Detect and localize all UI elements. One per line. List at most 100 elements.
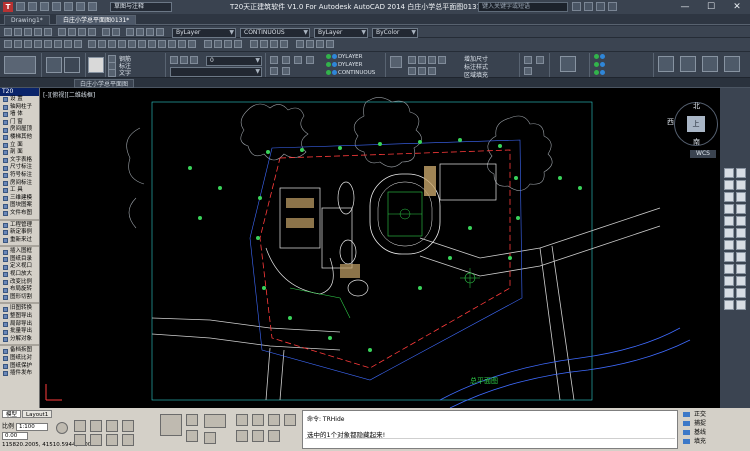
layer-merge-icon[interactable]: [306, 56, 314, 64]
palette-item[interactable]: 尺寸标注: [0, 164, 39, 172]
linetype-row[interactable]: DYLAYER: [326, 62, 362, 69]
osnap-icon[interactable]: [106, 420, 118, 432]
layer-freeze-icon[interactable]: [270, 40, 278, 48]
scale-icon[interactable]: [128, 40, 136, 48]
polyline-tool-icon[interactable]: [736, 192, 746, 202]
copy-obj-icon[interactable]: [98, 40, 106, 48]
open-icon[interactable]: [28, 2, 37, 11]
viewcube[interactable]: 北 上 西 南: [667, 102, 718, 146]
explode-icon[interactable]: [178, 40, 186, 48]
new-icon[interactable]: [16, 2, 25, 11]
quickview-icon[interactable]: [186, 414, 198, 426]
circle-tool-icon[interactable]: [724, 204, 734, 214]
line-icon[interactable]: [4, 40, 12, 48]
layer-off-icon[interactable]: [260, 40, 268, 48]
layer-sun-icon[interactable]: [180, 56, 188, 64]
preview-icon[interactable]: [44, 28, 52, 36]
workspace-icon[interactable]: [236, 414, 248, 426]
layer-bulb-icon[interactable]: [170, 56, 178, 64]
tab-drawing1[interactable]: Drawing1*: [4, 15, 50, 25]
palette-item[interactable]: 分解对象: [0, 336, 39, 344]
mtext-tool-icon[interactable]: [724, 264, 734, 274]
arc-tool-icon[interactable]: [736, 204, 746, 214]
line-tool-icon[interactable]: [724, 192, 734, 202]
rotate-icon[interactable]: [108, 40, 116, 48]
base-icon[interactable]: [702, 56, 718, 72]
view-row-1[interactable]: [594, 54, 606, 61]
dim-tool-icon[interactable]: [736, 300, 746, 310]
paste-icon[interactable]: [78, 28, 86, 36]
tab-layout1[interactable]: Layout1: [22, 410, 53, 418]
status-snap[interactable]: 捕捉: [680, 419, 748, 428]
status-baseline[interactable]: 基线: [680, 428, 748, 437]
palette-item[interactable]: 图块图案: [0, 202, 39, 210]
window-tool-icon[interactable]: [64, 57, 80, 73]
zoom-extents-icon[interactable]: [724, 168, 734, 178]
lock-icon[interactable]: [236, 430, 248, 442]
arrange-icon-4[interactable]: [438, 56, 446, 64]
palette-item[interactable]: 图形切割: [0, 294, 39, 302]
layer-color-combo[interactable]: ByLayer ▼: [172, 28, 236, 38]
wall-tool-icon[interactable]: [46, 57, 62, 73]
exchange-icon[interactable]: [596, 2, 605, 11]
match-layer-icon[interactable]: [270, 56, 278, 64]
layer-delete-icon[interactable]: [282, 67, 290, 75]
arrange-icon-5[interactable]: [408, 67, 416, 75]
palette-item[interactable]: 剖 面: [0, 149, 39, 157]
close-button[interactable]: ✕: [724, 0, 750, 14]
text-tool-icon[interactable]: [724, 300, 734, 310]
otrack-icon[interactable]: [106, 434, 118, 446]
rotate-input[interactable]: 0.00: [2, 432, 28, 440]
clean-screen-icon[interactable]: [268, 414, 280, 426]
hatch-tool-icon[interactable]: [724, 240, 734, 250]
dim-radius-icon[interactable]: [224, 40, 232, 48]
block-tool-icon[interactable]: [736, 276, 746, 286]
viewcube-top[interactable]: 上: [687, 116, 705, 132]
dim-aligned-icon[interactable]: [214, 40, 222, 48]
palette-item[interactable]: 工程管理: [0, 222, 39, 230]
tab-model[interactable]: 模型: [2, 410, 22, 418]
view-cube-icon[interactable]: [680, 56, 696, 72]
ellipse-tool-icon[interactable]: [724, 228, 734, 238]
user-icon[interactable]: [584, 2, 593, 11]
quick-calc-icon[interactable]: [524, 67, 532, 75]
properties-icon[interactable]: [296, 40, 304, 48]
settings-icon[interactable]: [268, 430, 280, 442]
lineweight-row[interactable]: CONTINUOUS: [326, 70, 375, 77]
view-row-2[interactable]: [594, 62, 606, 69]
revcloud-tool-icon[interactable]: [724, 288, 734, 298]
ducs-icon[interactable]: [122, 420, 134, 432]
wipeout-tool-icon[interactable]: [736, 288, 746, 298]
save-icon[interactable]: [40, 2, 49, 11]
open-file-icon[interactable]: [14, 28, 22, 36]
palette-item[interactable]: 批量导出: [0, 328, 39, 336]
palette-item[interactable]: 旧图转换: [0, 305, 39, 313]
calculator-icon[interactable]: [326, 40, 334, 48]
palette-item[interactable]: 重新来过: [0, 237, 39, 245]
palette-item[interactable]: 视口放大: [0, 271, 39, 279]
wcs-menu[interactable]: WCS: [690, 150, 716, 158]
palette-item[interactable]: 插入图框: [0, 248, 39, 256]
ortho-icon[interactable]: [90, 420, 102, 432]
globe-icon[interactable]: [56, 422, 68, 434]
new-file-icon[interactable]: [4, 28, 12, 36]
hardware-icon[interactable]: [252, 414, 264, 426]
erase-icon[interactable]: [188, 40, 196, 48]
orbit-icon[interactable]: [724, 180, 734, 190]
layer-state-combo[interactable]: ▼: [170, 67, 262, 77]
cut-icon[interactable]: [58, 28, 66, 36]
palette-item[interactable]: 房间标注: [0, 180, 39, 188]
status-fill[interactable]: 填充: [680, 437, 748, 446]
layer-name-combo[interactable]: 0 ▼: [206, 56, 262, 66]
maximize-button[interactable]: ☐: [698, 0, 724, 14]
tab-site-plan[interactable]: 白庄小学总平面图0131*: [56, 15, 137, 25]
arrange-icon-7[interactable]: [428, 67, 436, 75]
palette-item[interactable]: 文件布图: [0, 210, 39, 218]
print-icon[interactable]: [64, 2, 73, 11]
point-tool-icon[interactable]: [736, 264, 746, 274]
palette-item[interactable]: 工 具: [0, 187, 39, 195]
palette-item[interactable]: 定义视口: [0, 263, 39, 271]
gradient-tool-icon[interactable]: [736, 240, 746, 250]
grid-icon[interactable]: [74, 434, 86, 446]
palette-item[interactable]: 楼梯其他: [0, 134, 39, 142]
